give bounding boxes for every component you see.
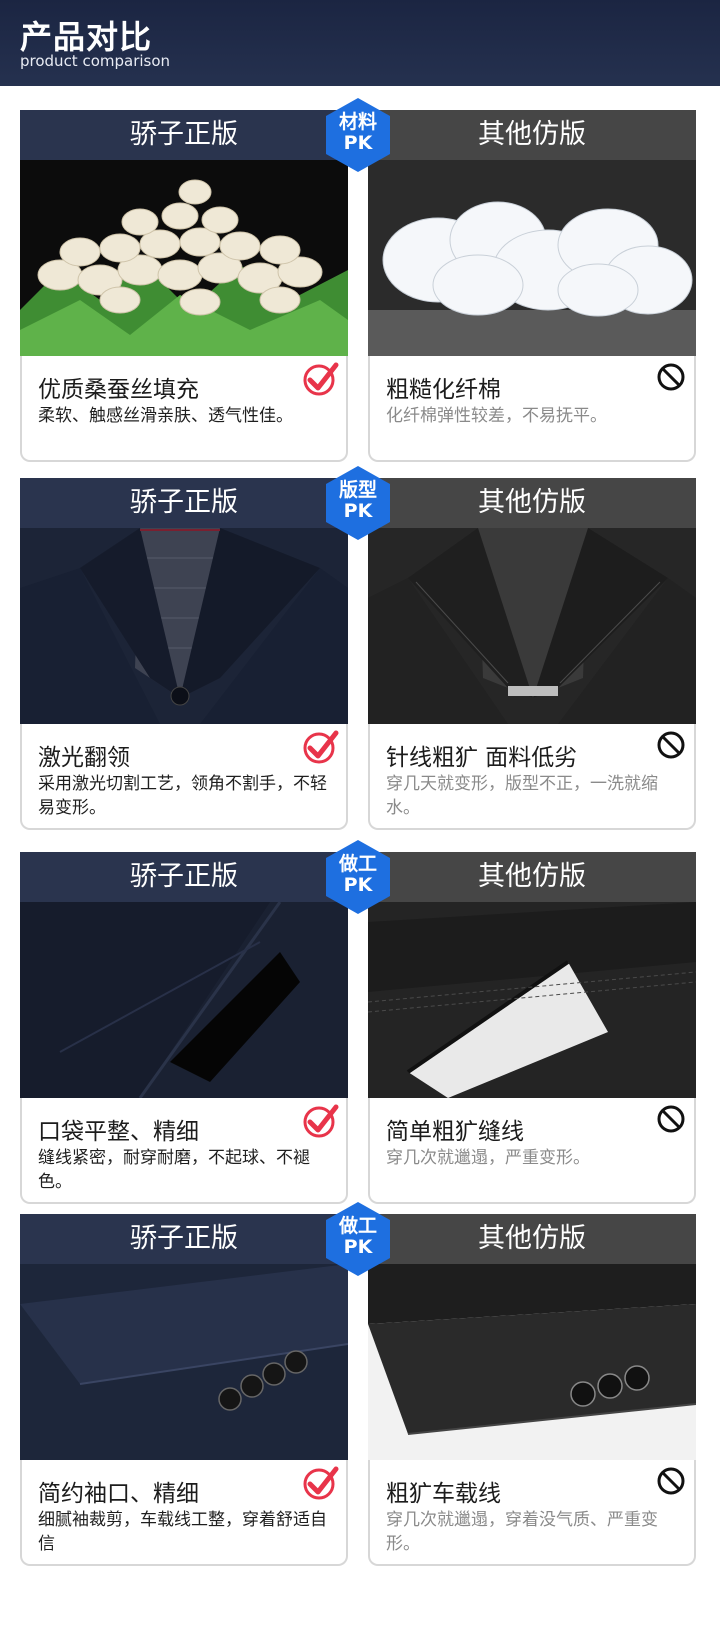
imitation-title: 针线粗犷 面料低劣 (386, 745, 578, 771)
imitation-title: 粗犷车载线 (386, 1481, 501, 1507)
genuine-title: 简约袖口、精细 (38, 1481, 199, 1507)
pk-badge: 做工 PK (326, 840, 390, 914)
imitation-description: 穿几次就邋遢，穿着没气质、严重变形。 (386, 1510, 658, 1554)
genuine-description: 柔软、触感丝滑亲肤、透气性佳。 (38, 406, 293, 426)
pk-badge: 版型 PK (326, 466, 390, 540)
pk-badge: 材料 PK (326, 98, 390, 172)
imitation-description: 穿几次就邋遢，严重变形。 (386, 1148, 590, 1168)
badge-label: 做工 (338, 853, 377, 875)
synthetic-cotton-photo (368, 160, 696, 356)
badge-pk: PK (343, 1236, 373, 1258)
genuine-column: 骄子正版 优质桑蚕丝填充 柔软、触感丝滑亲肤、透气性佳。 (20, 110, 348, 462)
genuine-column: 骄子正版 口袋平整、精细 缝线紧密，耐穿耐磨，不起球、不褪色。 (20, 852, 348, 1204)
black-pocket-phone-photo (368, 902, 696, 1098)
prohibited-icon (657, 1467, 685, 1495)
page-subtitle: product comparison (20, 52, 171, 70)
silk-cocoons-photo (20, 160, 348, 356)
genuine-card: 优质桑蚕丝填充 柔软、触感丝滑亲肤、透气性佳。 (20, 356, 348, 462)
genuine-description: 缝线紧密，耐穿耐磨，不起球、不褪色。 (38, 1148, 310, 1192)
prohibited-icon (657, 1105, 685, 1133)
genuine-title: 口袋平整、精细 (38, 1119, 199, 1145)
navy-cuff-buttons-photo (20, 1264, 348, 1460)
genuine-bar: 骄子正版 (20, 110, 348, 160)
genuine-card: 口袋平整、精细 缝线紧密，耐穿耐磨，不起球、不褪色。 (20, 1098, 348, 1204)
badge-pk: PK (343, 132, 373, 154)
check-icon (303, 1466, 339, 1500)
genuine-bar: 骄子正版 (20, 852, 348, 902)
navy-collar-photo (20, 528, 348, 724)
badge-label: 版型 (338, 479, 377, 501)
imitation-card: 粗糙化纤棉 化纤棉弹性较差，不易抚平。 (368, 356, 696, 462)
prohibited-icon (657, 731, 685, 759)
imitation-title: 粗糙化纤棉 (386, 377, 501, 403)
genuine-bar: 骄子正版 (20, 478, 348, 528)
imitation-card: 简单粗犷缝线 穿几次就邋遢，严重变形。 (368, 1098, 696, 1204)
page-header: 产品对比 product comparison (0, 0, 720, 86)
badge-label: 做工 (338, 1215, 377, 1237)
imitation-column: 其他仿版 针线粗犷 面料低劣 穿几天就变形，版型不正，一洗就缩水。 (368, 478, 696, 830)
imitation-card: 针线粗犷 面料低劣 穿几天就变形，版型不正，一洗就缩水。 (368, 724, 696, 830)
prohibited-icon (657, 363, 685, 391)
genuine-card: 简约袖口、精细 细腻袖裁剪，车载线工整，穿着舒适自信 (20, 1460, 348, 1566)
check-icon (303, 730, 339, 764)
genuine-description: 采用激光切割工艺，领角不割手，不轻易变形。 (38, 774, 327, 818)
imitation-description: 穿几天就变形，版型不正，一洗就缩水。 (386, 774, 658, 818)
black-collar-photo (368, 528, 696, 724)
genuine-column: 骄子正版 激光翻领 采用激光切割工艺，领角不割手，不轻易变形。 (20, 478, 348, 830)
navy-pocket-phone-photo (20, 902, 348, 1098)
imitation-title: 简单粗犷缝线 (386, 1119, 524, 1145)
imitation-description: 化纤棉弹性较差，不易抚平。 (386, 406, 607, 426)
genuine-title: 激光翻领 (38, 745, 130, 771)
comparison-fit: 骄子正版 激光翻领 采用激光切割工艺，领角不割手，不轻易变形。 其他仿版 针线粗… (20, 466, 696, 830)
imitation-bar: 其他仿版 (368, 852, 696, 902)
imitation-column: 其他仿版 粗犷车载线 穿几次就邋遢，穿着没气质、严重变形。 (368, 1214, 696, 1566)
genuine-bar: 骄子正版 (20, 1214, 348, 1264)
imitation-bar: 其他仿版 (368, 478, 696, 528)
genuine-card: 激光翻领 采用激光切割工艺，领角不割手，不轻易变形。 (20, 724, 348, 830)
genuine-title: 优质桑蚕丝填充 (38, 377, 199, 403)
badge-pk: PK (343, 874, 373, 896)
check-icon (303, 362, 339, 396)
comparison-pocket: 骄子正版 口袋平整、精细 缝线紧密，耐穿耐磨，不起球、不褪色。 其他仿版 简单粗… (20, 840, 696, 1204)
imitation-bar: 其他仿版 (368, 110, 696, 160)
black-cuff-buttons-photo (368, 1264, 696, 1460)
imitation-card: 粗犷车载线 穿几次就邋遢，穿着没气质、严重变形。 (368, 1460, 696, 1566)
imitation-column: 其他仿版 粗糙化纤棉 化纤棉弹性较差，不易抚平。 (368, 110, 696, 462)
imitation-bar: 其他仿版 (368, 1214, 696, 1264)
comparison-material: 骄子正版 优质桑蚕丝填充 柔软、触感丝滑亲肤、透气性佳。 其他仿版 粗糙化纤棉 … (20, 98, 696, 462)
check-icon (303, 1104, 339, 1138)
badge-label: 材料 (338, 111, 377, 133)
pk-badge: 做工 PK (326, 1202, 390, 1276)
comparison-cuff: 骄子正版 简约袖口、精细 细腻袖裁剪，车载线工整，穿着舒适自信 其他仿版 粗犷车… (20, 1202, 696, 1566)
imitation-column: 其他仿版 简单粗犷缝线 穿几次就邋遢，严重变形。 (368, 852, 696, 1204)
genuine-column: 骄子正版 简约袖口、精细 细腻袖裁剪，车载线工整，穿着舒适自信 (20, 1214, 348, 1566)
genuine-description: 细腻袖裁剪，车载线工整，穿着舒适自信 (38, 1510, 327, 1554)
badge-pk: PK (343, 500, 373, 522)
